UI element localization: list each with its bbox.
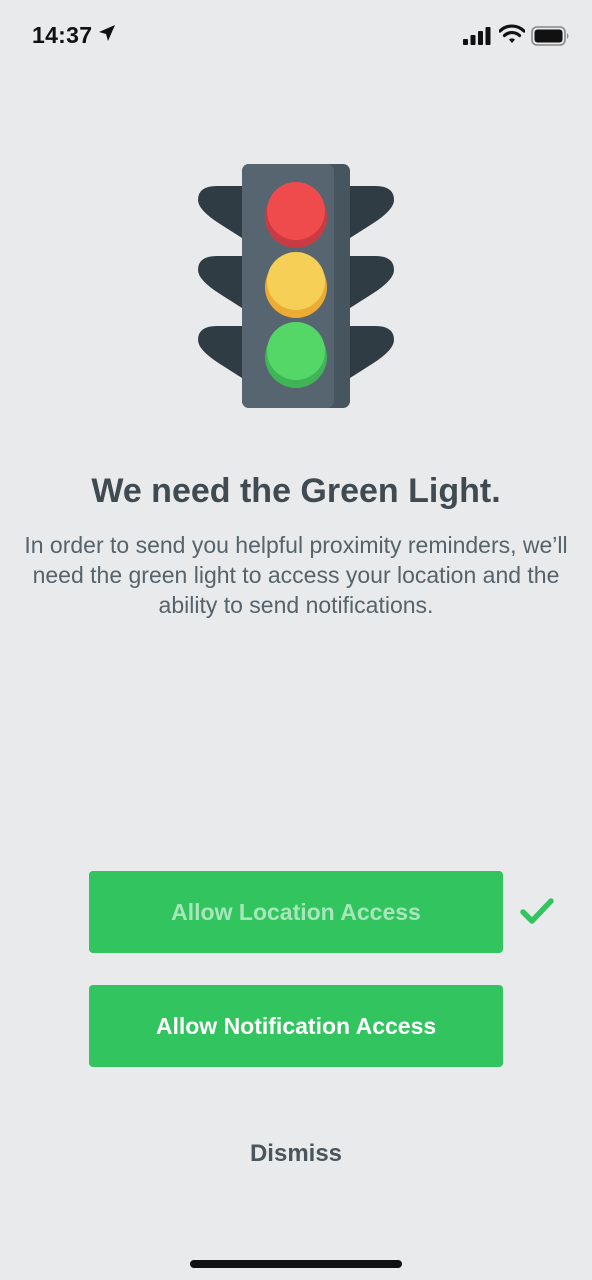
page-title: We need the Green Light. [91,472,501,510]
battery-icon [531,26,569,46]
wifi-icon [499,24,525,43]
allow-location-access-button[interactable]: Allow Location Access [89,871,503,953]
traffic-light-icon [198,164,394,408]
allow-notification-access-label: Allow Notification Access [155,1012,437,1039]
location-arrow-icon [99,25,115,41]
cellular-signal-icon [463,27,491,45]
checkmark-icon [520,898,554,924]
dismiss-button[interactable]: Dismiss [0,1140,592,1168]
allow-notification-access-button[interactable]: Allow Notification Access [89,985,503,1067]
status-time: 14:37 [32,22,93,48]
description-text: In order to send you helpful proximity r… [24,532,568,618]
home-indicator [190,1260,402,1268]
status-bar: 14:37 [0,0,592,72]
allow-location-access-label: Allow Location Access [171,898,421,925]
